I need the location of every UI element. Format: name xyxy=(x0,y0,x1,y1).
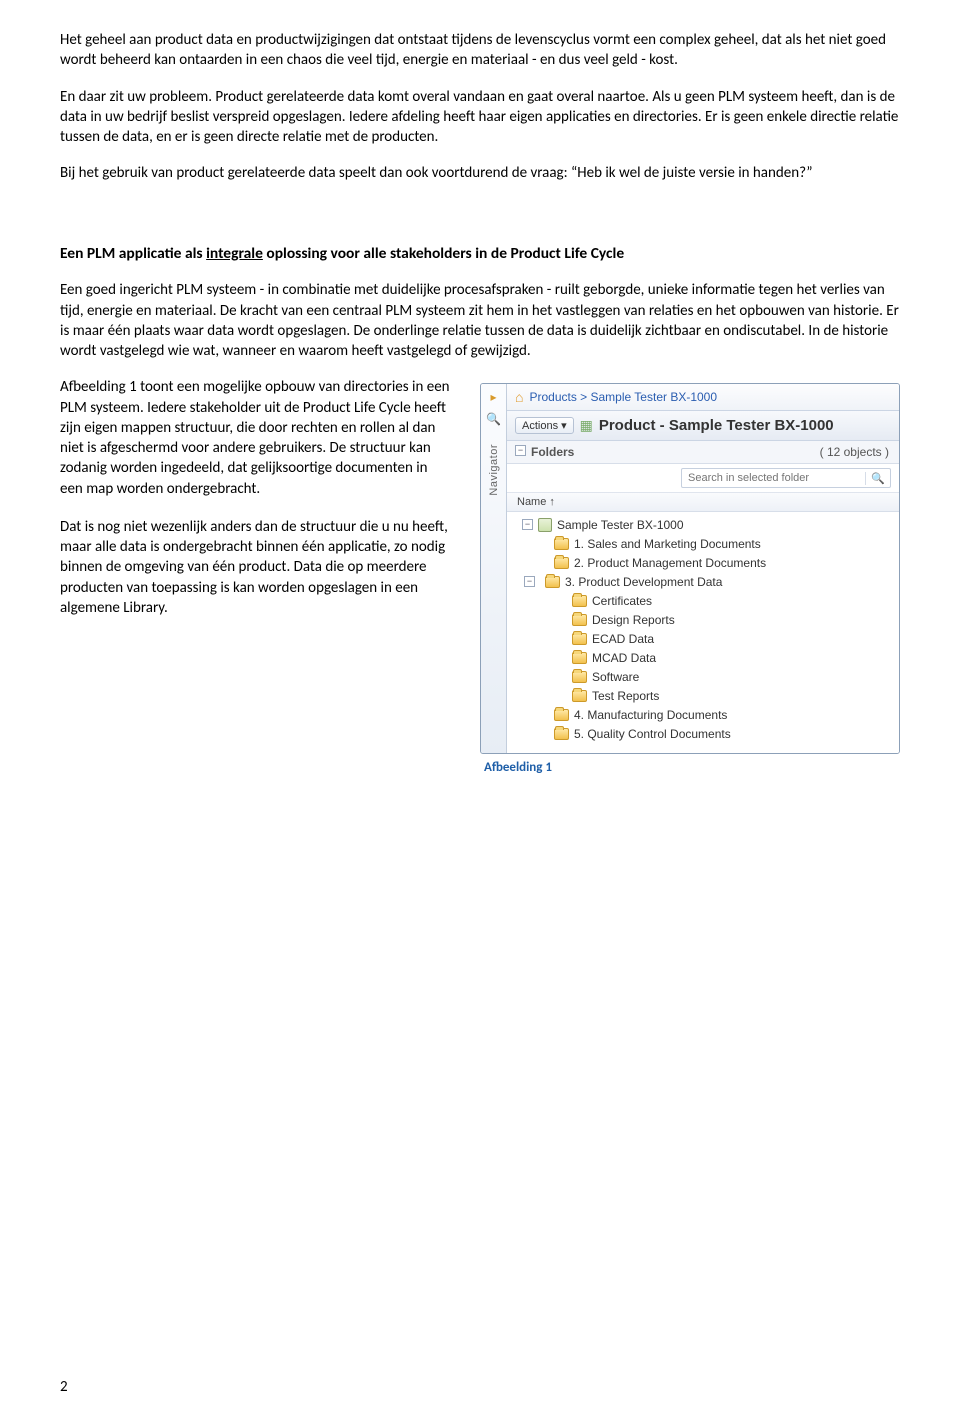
breadcrumb-text[interactable]: Products > Sample Tester BX-1000 xyxy=(529,390,717,404)
folder-tree: − Sample Tester BX-1000 1. Sales and Mar… xyxy=(507,512,899,753)
title-name: Sample Tester BX-1000 xyxy=(669,417,834,434)
search-icon[interactable]: 🔍 xyxy=(865,472,890,485)
tree-label: Software xyxy=(592,670,639,684)
breadcrumb[interactable]: ⌂ Products > Sample Tester BX-1000 xyxy=(507,384,899,411)
tree-item[interactable]: Software xyxy=(507,667,899,686)
folder-icon xyxy=(572,671,587,683)
navigator-label: Navigator xyxy=(488,444,500,496)
paragraph-1: Het geheel aan product data en productwi… xyxy=(60,30,900,71)
collapse-icon[interactable]: − xyxy=(515,445,526,456)
plm-app-frame: ▸ 🔍 Navigator ⌂ Products > Sample Tester… xyxy=(480,383,900,754)
tree-item[interactable]: Test Reports xyxy=(507,686,899,705)
tree-item[interactable]: 4. Manufacturing Documents xyxy=(507,705,899,724)
tree-item[interactable]: 5. Quality Control Documents xyxy=(507,724,899,743)
folder-icon xyxy=(572,690,587,702)
paragraph-4-intro: Een goed ingericht PLM systeem - in comb… xyxy=(60,280,900,361)
paragraph-6: Dat is nog niet wezenlijk anders dan de … xyxy=(60,517,450,618)
tree-label: Design Reports xyxy=(592,613,675,627)
folder-icon xyxy=(572,595,587,607)
figure-1: ▸ 🔍 Navigator ⌂ Products > Sample Tester… xyxy=(480,383,900,775)
tree-item[interactable]: 2. Product Management Documents xyxy=(507,553,899,572)
collapse-icon[interactable]: − xyxy=(524,576,535,587)
tree-label: 3. Product Development Data xyxy=(565,575,722,589)
heading-underlined: integrale xyxy=(206,244,263,263)
tree-label: 4. Manufacturing Documents xyxy=(574,708,727,722)
home-icon[interactable]: ⌂ xyxy=(515,389,523,405)
folder-icon xyxy=(554,538,569,550)
column-header-name[interactable]: Name ↑ xyxy=(507,493,899,512)
tree-item[interactable]: ECAD Data xyxy=(507,629,899,648)
figure-caption: Afbeelding 1 xyxy=(480,760,900,775)
tree-label: 5. Quality Control Documents xyxy=(574,727,731,741)
tree-item[interactable]: MCAD Data xyxy=(507,648,899,667)
expand-rail-icon[interactable]: ▸ xyxy=(485,388,503,406)
section-heading: Een PLM applicatie als integrale oplossi… xyxy=(60,244,900,265)
folder-icon xyxy=(554,557,569,569)
folders-header[interactable]: − Folders ( 12 objects ) xyxy=(507,441,899,464)
tree-label: 2. Product Management Documents xyxy=(574,556,766,570)
heading-post: oplossing voor alle stakeholders in de P… xyxy=(263,244,624,263)
tree-item[interactable]: 1. Sales and Marketing Documents xyxy=(507,534,899,553)
tree-label: Test Reports xyxy=(592,689,659,703)
folder-icon xyxy=(572,633,587,645)
collapse-icon[interactable]: − xyxy=(522,519,533,530)
page-number: 2 xyxy=(60,1378,68,1396)
tree-label: ECAD Data xyxy=(592,632,654,646)
heading-pre: Een PLM applicatie als xyxy=(60,244,206,263)
folders-label: Folders xyxy=(531,445,574,459)
actions-button[interactable]: Actions▾ xyxy=(515,417,574,434)
title-bar: Actions▾ ▦ Product - Sample Tester BX-10… xyxy=(507,411,899,441)
paragraph-3: Bij het gebruik van product gerelateerde… xyxy=(60,163,900,183)
navigator-rail[interactable]: ▸ 🔍 Navigator xyxy=(481,384,507,753)
product-icon xyxy=(538,518,552,532)
actions-label: Actions xyxy=(522,420,558,432)
tree-label: 1. Sales and Marketing Documents xyxy=(574,537,761,551)
search-rail-icon[interactable]: 🔍 xyxy=(485,410,503,428)
tree-item[interactable]: − 3. Product Development Data xyxy=(507,572,899,591)
tree-root[interactable]: − Sample Tester BX-1000 xyxy=(507,515,899,534)
paragraph-5: Afbeelding 1 toont een mogelijke opbouw … xyxy=(60,377,450,499)
chevron-down-icon: ▾ xyxy=(561,419,567,432)
page-title: Product - Sample Tester BX-1000 xyxy=(599,417,834,434)
title-prefix: Product - xyxy=(599,417,669,434)
paragraph-2: En daar zit uw probleem. Product gerelat… xyxy=(60,87,900,148)
tree-item[interactable]: Design Reports xyxy=(507,610,899,629)
search-field[interactable] xyxy=(682,472,865,484)
folder-icon xyxy=(554,709,569,721)
search-input[interactable]: 🔍 xyxy=(681,468,891,488)
folder-icon xyxy=(545,576,560,588)
folder-icon xyxy=(572,614,587,626)
tree-label: Certificates xyxy=(592,594,652,608)
object-count: ( 12 objects ) xyxy=(820,445,889,459)
tree-item[interactable]: Certificates xyxy=(507,591,899,610)
folder-icon xyxy=(554,728,569,740)
tree-label: Sample Tester BX-1000 xyxy=(557,518,684,532)
product-icon: ▦ xyxy=(580,417,593,434)
tree-label: MCAD Data xyxy=(592,651,656,665)
folder-icon xyxy=(572,652,587,664)
